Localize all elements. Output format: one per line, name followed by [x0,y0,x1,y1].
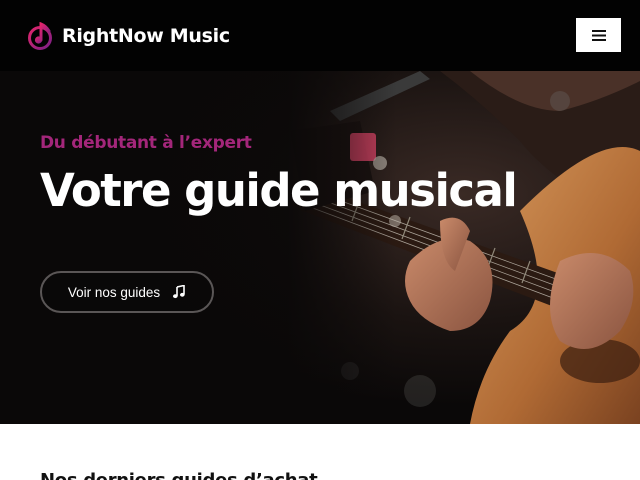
section-title: Nos derniers guides d’achat [40,470,318,480]
site-header: RightNow Music [0,0,640,71]
music-note-icon [173,285,185,299]
hero-eyebrow: Du débutant à l’expert [40,133,252,153]
hero-section: Du débutant à l’expert Votre guide music… [0,71,640,424]
brand-name: RightNow Music [62,25,230,47]
view-guides-button[interactable]: Voir nos guides [40,271,214,313]
hamburger-menu-icon [591,29,606,41]
menu-button[interactable] [576,18,621,52]
music-note-circle-icon [28,22,52,50]
brand-logo[interactable]: RightNow Music [28,21,230,51]
hero-title: Votre guide musical [40,164,518,217]
hero-guitar-image [0,71,640,424]
view-guides-label: Voir nos guides [67,284,161,300]
